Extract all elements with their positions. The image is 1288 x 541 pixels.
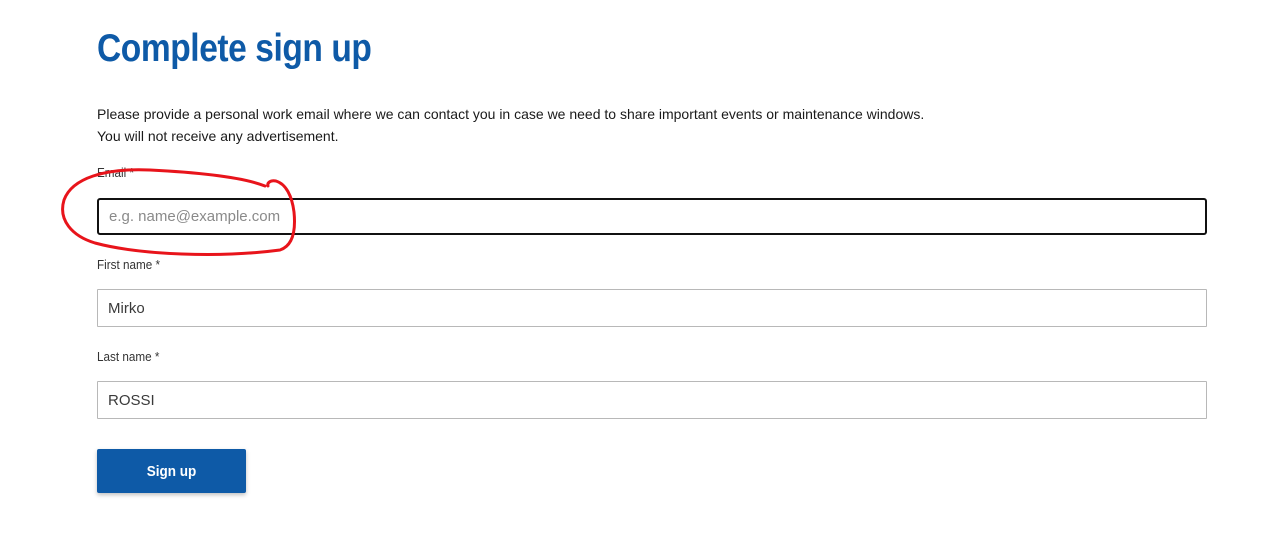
sign-up-button[interactable]: Sign up <box>97 449 246 493</box>
last-name-label: Last name * <box>97 349 160 364</box>
page-title: Complete sign up <box>97 27 372 70</box>
email-label: Email * <box>97 165 135 180</box>
sign-up-button-label: Sign up <box>146 462 197 480</box>
intro-text: Please provide a personal work email whe… <box>97 103 924 147</box>
intro-line-1: Please provide a personal work email whe… <box>97 106 925 122</box>
signup-page: Complete sign up Please provide a person… <box>0 0 1288 541</box>
last-name-field[interactable] <box>97 381 1207 419</box>
first-name-field[interactable] <box>97 289 1207 327</box>
first-name-label: First name * <box>97 257 161 272</box>
intro-line-2: You will not receive any advertisement. <box>97 128 339 144</box>
email-field[interactable] <box>97 198 1207 235</box>
